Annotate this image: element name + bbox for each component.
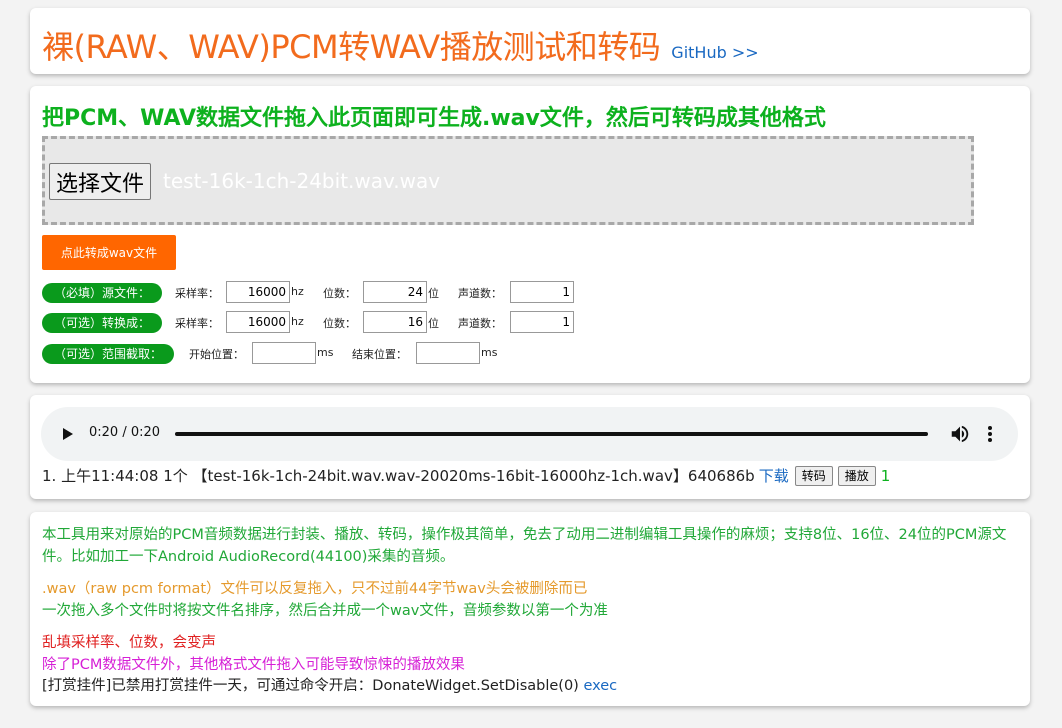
source-sample-rate-label: 采样率： <box>175 287 219 300</box>
transcode-button[interactable]: 转码 <box>794 465 833 486</box>
drop-heading: 把PCM、WAV数据文件拖入此页面即可生成.wav文件，然后可转码成其他格式 <box>42 106 826 131</box>
range-end-unit: ms <box>481 346 498 359</box>
target-channels-input[interactable] <box>510 311 574 333</box>
selected-file-name: test-16k-1ch-24bit.wav.wav <box>163 169 441 193</box>
play-icon[interactable] <box>63 428 73 440</box>
target-bits-input[interactable] <box>363 311 427 333</box>
target-bits-label: 位数： <box>323 317 356 330</box>
drop-zone[interactable]: 选择文件 test-16k-1ch-24bit.wav.wav <box>42 136 974 225</box>
choose-file-button[interactable]: 选择文件 <box>49 163 152 200</box>
play-button[interactable]: 播放 <box>837 465 876 486</box>
donate-widget-text: [打赏挂件]已禁用打赏挂件一天，可通过命令开启：DonateWidget.Set… <box>42 678 579 694</box>
source-bits-unit: 位 <box>428 287 439 300</box>
player-card: 0:20 / 0:20 1. 上午11:44:08 1个 【test-16k-1… <box>30 395 1030 499</box>
page-title: 裸(RAW、WAV)PCM转WAV播放测试和转码 <box>42 28 661 66</box>
source-sample-rate-input[interactable] <box>226 281 290 303</box>
range-end-input[interactable] <box>416 342 480 364</box>
target-sample-rate-label: 采样率： <box>175 317 219 330</box>
info-warning-format: 除了PCM数据文件外，其他格式文件拖入可能导致惊悚的播放效果 <box>42 657 465 673</box>
source-bits-input[interactable] <box>363 281 427 303</box>
github-link[interactable]: GitHub >> <box>671 43 758 62</box>
volume-icon[interactable] <box>949 423 971 445</box>
info-warning-rate: 乱填采样率、位数，会变声 <box>42 635 216 651</box>
range-start-input[interactable] <box>252 342 316 364</box>
recording-entry: 1. 上午11:44:08 1个 【test-16k-1ch-24bit.wav… <box>42 465 890 486</box>
source-channels-label: 声道数： <box>458 287 502 300</box>
download-link[interactable]: 下载 <box>759 465 789 486</box>
target-bits-unit: 位 <box>428 317 439 330</box>
range-start-unit: ms <box>317 346 334 359</box>
range-label-pill: （可选）范围截取： <box>42 344 175 364</box>
info-donate-widget: [打赏挂件]已禁用打赏挂件一天，可通过命令开启：DonateWidget.Set… <box>42 675 617 697</box>
range-start-label: 开始位置： <box>189 348 244 361</box>
info-description: 本工具用来对原始的PCM音频数据进行封装、播放、转码，操作极其简单，免去了动用二… <box>42 527 1007 565</box>
source-hz-unit: hz <box>291 285 304 298</box>
title-row: 裸(RAW、WAV)PCM转WAV播放测试和转码 GitHub >> <box>42 22 759 68</box>
entry-text: 1. 上午11:44:08 1个 【test-16k-1ch-24bit.wav… <box>42 467 755 485</box>
target-sample-rate-input[interactable] <box>226 311 290 333</box>
title-card: 裸(RAW、WAV)PCM转WAV播放测试和转码 GitHub >> <box>30 8 1030 74</box>
source-bits-label: 位数： <box>323 287 356 300</box>
audio-progress-bar[interactable] <box>175 432 928 436</box>
range-end-label: 结束位置： <box>352 348 407 361</box>
audio-player: 0:20 / 0:20 <box>41 407 1018 461</box>
source-channels-input[interactable] <box>510 281 574 303</box>
target-label-pill: （可选）转换成： <box>42 313 163 333</box>
info-card: 本工具用来对原始的PCM音频数据进行封装、播放、转码，操作极其简单，免去了动用二… <box>30 512 1030 706</box>
info-multi-file-note: 一次拖入多个文件时将按文件名排序，然后合并成一个wav文件，音频参数以第一个为准 <box>42 603 608 619</box>
source-label-pill: （必填）源文件： <box>42 283 163 303</box>
entry-count: 1 <box>880 466 891 485</box>
main-card: 把PCM、WAV数据文件拖入此页面即可生成.wav文件，然后可转码成其他格式 选… <box>30 86 1030 383</box>
audio-time: 0:20 / 0:20 <box>89 425 161 440</box>
target-hz-unit: hz <box>291 315 304 328</box>
info-wav-note: .wav（raw pcm format）文件可以反复拖入，只不过前44字节wav… <box>42 581 588 597</box>
exec-link[interactable]: exec <box>583 678 617 694</box>
target-channels-label: 声道数： <box>458 317 502 330</box>
more-icon[interactable] <box>983 423 997 445</box>
convert-to-wav-button[interactable]: 点此转成wav文件 <box>42 235 176 270</box>
